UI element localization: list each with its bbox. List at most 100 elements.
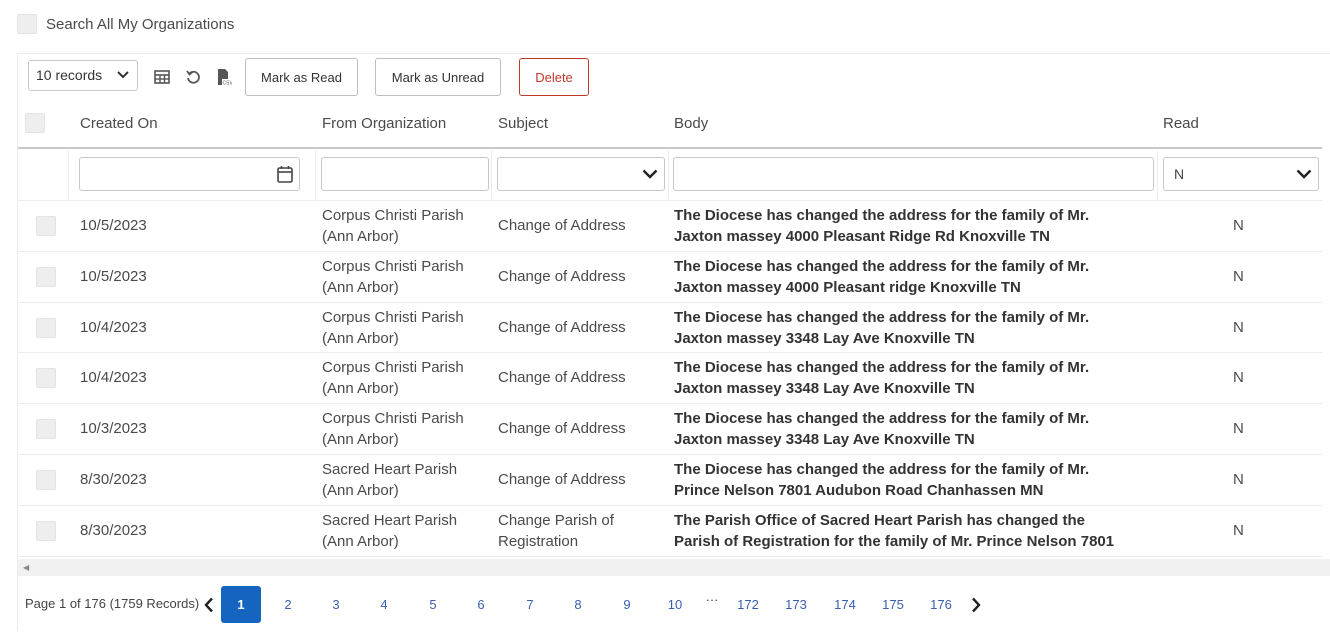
records-per-page-select[interactable]: 10 records xyxy=(28,59,138,91)
csv-export-icon[interactable]: CSV xyxy=(214,67,234,87)
page-link[interactable]: 2 xyxy=(280,586,296,623)
read-filter-value: N xyxy=(1174,166,1185,182)
read-cell: N xyxy=(1233,318,1244,336)
chevron-down-icon xyxy=(117,71,129,79)
refresh-icon[interactable] xyxy=(183,67,203,87)
table-row[interactable]: 10/4/2023 Corpus Christi Parish (Ann Arbo… xyxy=(18,353,1322,405)
search-all-checkbox[interactable] xyxy=(17,14,37,34)
column-header-subject[interactable]: Subject xyxy=(498,115,548,132)
body-cell: The Diocese has changed the address for … xyxy=(674,307,1154,349)
subject-cell: Change of Address xyxy=(498,408,626,437)
page-link[interactable]: 176 xyxy=(928,586,954,623)
mark-as-read-button[interactable]: Mark as Read xyxy=(245,58,358,96)
page-link[interactable]: 6 xyxy=(473,586,489,623)
page-link[interactable]: 3 xyxy=(328,586,344,623)
search-all-organizations[interactable]: Search All My Organizations xyxy=(17,14,234,34)
body-cell: The Diocese has changed the address for … xyxy=(674,357,1154,399)
created-on-cell: 10/5/2023 xyxy=(80,267,147,285)
table-row[interactable]: 8/30/2023 Sacred Heart Parish (Ann Arbor)… xyxy=(18,506,1322,557)
subject-line-2: Registration xyxy=(498,532,579,550)
read-filter-select[interactable]: N xyxy=(1163,157,1319,191)
messages-grid: 10 records CSV Mark as Read Mark as Unre… xyxy=(17,53,1330,631)
mark-as-unread-button[interactable]: Mark as Unread xyxy=(375,58,501,96)
read-cell: N xyxy=(1233,369,1244,387)
column-header-from-organization[interactable]: From Organization xyxy=(322,115,446,132)
org-name: Corpus Christi Parish xyxy=(322,207,464,224)
pagination: Page 1 of 176 (1759 Records) 1 2 3 4 5 6… xyxy=(18,584,1330,624)
body-line-1: The Diocese has changed the address for … xyxy=(674,410,1090,428)
calendar-icon[interactable] xyxy=(277,165,293,183)
table-icon[interactable] xyxy=(152,67,172,87)
table-row[interactable]: 10/5/2023 Corpus Christi Parish (Ann Arbo… xyxy=(18,252,1322,303)
body-line-1: The Diocese has changed the address for … xyxy=(674,359,1090,377)
chevron-left-icon[interactable] xyxy=(201,586,217,623)
page-link[interactable]: 174 xyxy=(832,586,858,623)
column-header-body[interactable]: Body xyxy=(674,115,708,132)
org-location: (Ann Arbor) xyxy=(322,532,399,550)
from-organization-cell: Corpus Christi Parish (Ann Arbor) xyxy=(322,307,464,349)
table-body: 10/5/2023 Corpus Christi Parish (Ann Arbo… xyxy=(18,201,1322,557)
org-location: (Ann Arbor) xyxy=(322,329,399,347)
body-filter[interactable] xyxy=(673,157,1154,191)
page-link[interactable]: 8 xyxy=(570,586,586,623)
table-row[interactable]: 10/4/2023 Corpus Christi Parish (Ann Arbo… xyxy=(18,303,1322,354)
horizontal-scrollbar[interactable]: ◀ xyxy=(18,559,1330,576)
page-link[interactable]: 172 xyxy=(735,586,761,623)
page-link[interactable]: 9 xyxy=(619,586,635,623)
subject-filter-select[interactable] xyxy=(497,157,665,191)
scroll-left-icon[interactable]: ◀ xyxy=(23,563,29,572)
body-cell: The Diocese has changed the address for … xyxy=(674,459,1154,501)
org-name: Sacred Heart Parish xyxy=(322,460,458,478)
select-all-checkbox[interactable] xyxy=(25,113,45,133)
org-location: (Ann Arbor) xyxy=(322,228,399,245)
row-checkbox[interactable] xyxy=(36,368,56,389)
org-name: Corpus Christi Parish xyxy=(322,359,464,377)
org-name: Sacred Heart Parish xyxy=(322,511,458,529)
row-checkbox[interactable] xyxy=(36,266,56,287)
body-line-1: The Diocese has changed the address for … xyxy=(674,308,1090,326)
from-organization-cell: Sacred Heart Parish (Ann Arbor) xyxy=(322,459,457,501)
created-on-cell: 8/30/2023 xyxy=(80,470,147,488)
chevron-right-icon[interactable] xyxy=(968,586,984,623)
grid-toolbar: 10 records CSV Mark as Read Mark as Unre… xyxy=(28,57,589,97)
body-cell: The Diocese has changed the address for … xyxy=(674,408,1154,450)
page-link[interactable]: 175 xyxy=(880,586,906,623)
page-link[interactable]: 173 xyxy=(783,586,809,623)
column-header-read[interactable]: Read xyxy=(1163,115,1199,132)
org-location: (Ann Arbor) xyxy=(322,481,399,499)
delete-button[interactable]: Delete xyxy=(519,58,589,96)
subject-line-1: Change of Address xyxy=(498,267,626,285)
subject-line-1: Change of Address xyxy=(498,369,626,387)
row-checkbox[interactable] xyxy=(36,469,56,490)
subject-line-1: Change Parish of xyxy=(498,511,614,529)
row-checkbox[interactable] xyxy=(36,520,56,541)
created-on-cell: 10/4/2023 xyxy=(80,318,147,336)
subject-cell: Change of Address xyxy=(498,205,626,234)
subject-line-1: Change of Address xyxy=(498,217,626,234)
column-header-created-on[interactable]: Created On xyxy=(80,115,158,132)
column-divider xyxy=(1157,151,1158,201)
column-divider xyxy=(491,151,492,201)
body-line-1: The Parish Office of Sacred Heart Parish… xyxy=(674,511,1085,529)
created-on-filter[interactable] xyxy=(79,157,300,191)
page-link[interactable]: 10 xyxy=(664,586,686,623)
column-divider xyxy=(315,151,316,201)
page-link-current[interactable]: 1 xyxy=(221,586,261,623)
body-cell: The Diocese has changed the address for … xyxy=(674,256,1154,298)
chevron-down-icon xyxy=(642,169,658,179)
page-link[interactable]: 4 xyxy=(376,586,392,623)
row-checkbox[interactable] xyxy=(36,216,56,236)
row-checkbox[interactable] xyxy=(36,419,56,440)
table-row[interactable]: 8/30/2023 Sacred Heart Parish (Ann Arbor)… xyxy=(18,455,1322,506)
read-cell: N xyxy=(1233,420,1244,438)
page-link[interactable]: 7 xyxy=(522,586,538,623)
created-on-cell: 10/4/2023 xyxy=(80,369,147,387)
from-organization-filter[interactable] xyxy=(321,157,489,191)
created-on-cell: 10/3/2023 xyxy=(80,420,147,438)
org-name: Corpus Christi Parish xyxy=(322,410,464,428)
body-line-2: Prince Nelson 7801 Audubon Road Chanhass… xyxy=(674,481,1044,499)
row-checkbox[interactable] xyxy=(36,317,56,338)
page-link[interactable]: 5 xyxy=(425,586,441,623)
table-row[interactable]: 10/5/2023 Corpus Christi Parish (Ann Arbo… xyxy=(18,201,1322,252)
table-row[interactable]: 10/3/2023 Corpus Christi Parish (Ann Arbo… xyxy=(18,404,1322,455)
